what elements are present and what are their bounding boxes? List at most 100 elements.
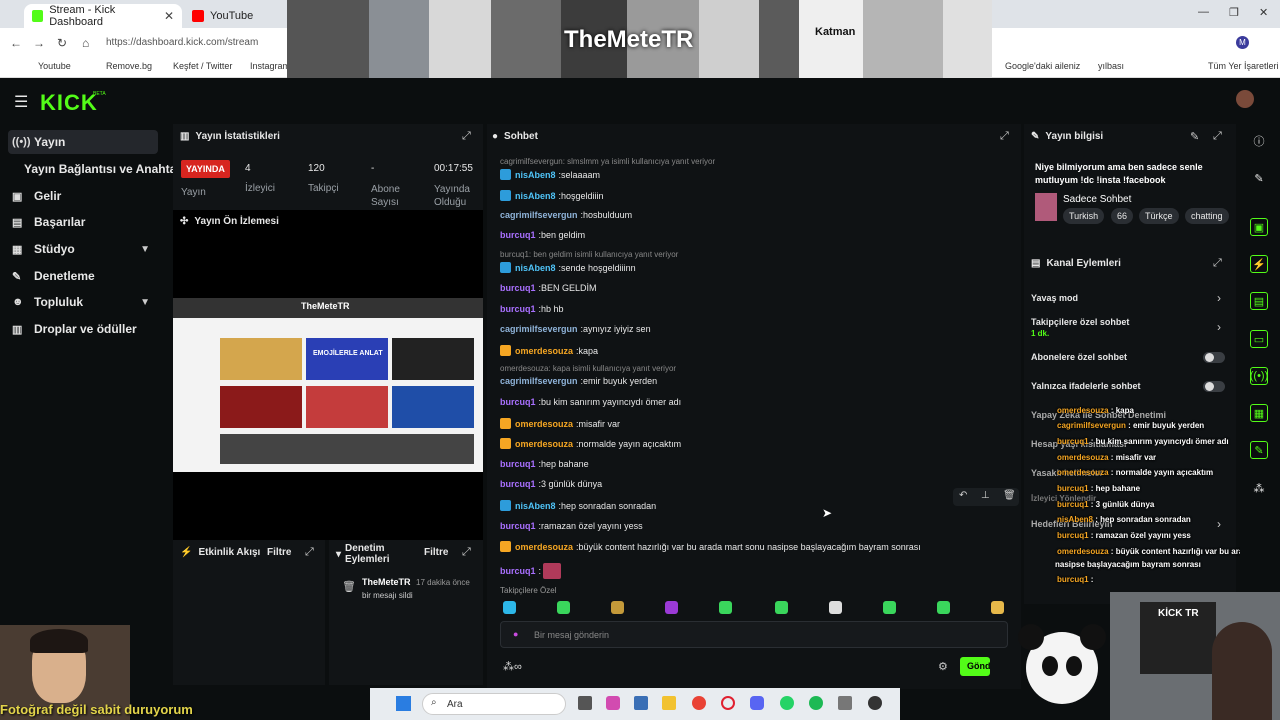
chat-username[interactable]: burcuq1 bbox=[500, 283, 536, 293]
clip-icon[interactable]: ▣ bbox=[1250, 218, 1268, 236]
sidebar-item-yayin[interactable]: ((•)) Yayın bbox=[8, 130, 158, 154]
pin-icon[interactable]: ⊥ bbox=[981, 490, 990, 501]
forward-icon[interactable]: → bbox=[33, 36, 45, 50]
chat-message[interactable]: omerdesouza: normalde yayın açıcaktım bbox=[500, 438, 681, 449]
chat-message[interactable]: burcuq1: hb hb bbox=[500, 304, 564, 314]
chat-username[interactable]: nisAben8 bbox=[515, 501, 556, 511]
emote-chat-toggle[interactable] bbox=[1203, 381, 1225, 392]
activity-filter-button[interactable]: Filtre bbox=[267, 547, 291, 558]
chat-username[interactable]: nisAben8 bbox=[515, 191, 556, 201]
sidebar-item-gelir[interactable]: ▣ Gelir bbox=[12, 184, 61, 208]
taskview-icon[interactable] bbox=[578, 696, 592, 710]
bookmark-google-family[interactable]: Google'daki aileniz bbox=[1005, 61, 1080, 71]
chat-username[interactable]: cagrimilfsevergun bbox=[500, 376, 578, 386]
profile-avatar[interactable]: M bbox=[1236, 36, 1249, 49]
emote-5[interactable] bbox=[719, 601, 732, 614]
send-button[interactable]: Gönder bbox=[960, 657, 990, 676]
community-icon[interactable]: ⁂ bbox=[1250, 479, 1268, 497]
chat-username[interactable]: burcuq1 bbox=[500, 459, 536, 469]
user-avatar[interactable] bbox=[1236, 90, 1254, 108]
emote-10[interactable] bbox=[991, 601, 1004, 614]
whatsapp-icon[interactable] bbox=[780, 696, 794, 710]
maximize-icon[interactable]: ❐ bbox=[1229, 6, 1239, 19]
chat-username[interactable]: omerdesouza bbox=[515, 542, 573, 552]
poll-icon[interactable]: ▤ bbox=[1250, 292, 1268, 310]
chrome-icon[interactable] bbox=[692, 696, 706, 710]
url-field[interactable]: https://dashboard.kick.com/stream bbox=[106, 32, 286, 52]
emote-2[interactable] bbox=[557, 601, 570, 614]
app-icon[interactable] bbox=[634, 696, 648, 710]
sidebar-item-studyo[interactable]: ▦ Stüdyo ▼ bbox=[12, 237, 162, 261]
chat-username[interactable]: cagrimilfsevergun bbox=[500, 324, 578, 334]
chat-message[interactable]: nisAben8: selaaaam bbox=[500, 169, 600, 180]
chat-message[interactable]: burcuq1: bbox=[500, 563, 562, 579]
info-icon[interactable]: ⓘ bbox=[1250, 132, 1268, 150]
delete-icon[interactable]: 🗑 bbox=[1003, 490, 1016, 501]
chat-message[interactable]: cagrimilfsevergun: emir buyuk yerden bbox=[500, 376, 657, 386]
hamburger-menu-icon[interactable]: ☰ bbox=[14, 92, 28, 112]
chat-settings-icon[interactable]: ⚙ bbox=[938, 660, 948, 673]
chat-message[interactable]: burcuq1: BEN GELDİM bbox=[500, 283, 597, 293]
sidebar-item-denetleme[interactable]: ✎ Denetleme bbox=[12, 264, 95, 288]
chat-message[interactable]: omerdesouza: büyük content hazırlığı var… bbox=[500, 541, 921, 552]
expand-icon[interactable]: ⤢ bbox=[462, 130, 471, 143]
reply-icon[interactable]: ↶ bbox=[959, 490, 967, 501]
store-icon[interactable] bbox=[838, 696, 852, 710]
chat-username[interactable]: burcuq1 bbox=[500, 479, 536, 489]
chat-message[interactable]: cagrimilfsevergun: aynıyız iyiyiz sen bbox=[500, 324, 651, 334]
bookmark-youtube[interactable]: Youtube bbox=[38, 61, 71, 71]
back-icon[interactable]: ← bbox=[10, 36, 22, 50]
chat-username[interactable]: omerdesouza bbox=[515, 419, 573, 429]
chat-username[interactable]: nisAben8 bbox=[515, 263, 556, 273]
edit-icon[interactable]: ✎ bbox=[1190, 130, 1199, 143]
chat-message[interactable]: omerdesouza: misafir var bbox=[500, 418, 620, 429]
chat-username[interactable]: burcuq1 bbox=[500, 397, 536, 407]
chat-username[interactable]: nisAben8 bbox=[515, 170, 556, 180]
stream-preview-video[interactable]: TheMeteTR EMOJİLERLE ANLAT bbox=[173, 298, 483, 472]
chat-message[interactable]: nisAben8: sende hoşgeldiiinn bbox=[500, 262, 636, 273]
emote-6[interactable] bbox=[775, 601, 788, 614]
home-icon[interactable]: ⌂ bbox=[82, 36, 89, 50]
chat-message[interactable]: nisAben8: hep sonradan sonradan bbox=[500, 500, 656, 511]
spotify-icon[interactable] bbox=[809, 696, 823, 710]
chat-username[interactable]: omerdesouza bbox=[515, 346, 573, 356]
chat-message[interactable]: nisAben8: hoşgeldiiin bbox=[500, 190, 604, 201]
sidebar-item-droplar[interactable]: ▥ Droplar ve ödüller bbox=[12, 317, 137, 341]
followers-chat-item[interactable]: Takipçilere özel sohbet bbox=[1031, 317, 1129, 327]
browser-tab-kick[interactable]: Stream - Kick Dashboard ✕ bbox=[24, 4, 182, 28]
emote-8[interactable] bbox=[883, 601, 896, 614]
emote-4[interactable] bbox=[665, 601, 678, 614]
chat-username[interactable]: omerdesouza bbox=[515, 439, 573, 449]
emote-3[interactable] bbox=[611, 601, 624, 614]
chat-message[interactable]: cagrimilfsevergun: hosbulduum bbox=[500, 210, 632, 220]
bookmark-removebg[interactable]: Remove.bg bbox=[106, 61, 152, 71]
discord-icon[interactable] bbox=[750, 696, 764, 710]
expand-icon[interactable]: ⤢ bbox=[1000, 130, 1009, 143]
chat-username[interactable]: burcuq1 bbox=[500, 521, 536, 531]
emote-picker-icon[interactable]: ⁂∞ bbox=[503, 660, 522, 673]
chat-message[interactable]: burcuq1: ben geldim bbox=[500, 230, 585, 240]
emote-9[interactable] bbox=[937, 601, 950, 614]
copilot-icon[interactable] bbox=[606, 696, 620, 710]
browser-tab-youtube[interactable]: YouTube bbox=[184, 4, 284, 28]
host-icon[interactable]: ▦ bbox=[1250, 404, 1268, 422]
chat-username[interactable]: cagrimilfsevergun bbox=[500, 210, 578, 220]
opera-icon[interactable] bbox=[721, 696, 735, 710]
close-tab-icon[interactable]: ✕ bbox=[164, 9, 174, 23]
bookmark-all[interactable]: Tüm Yer İşaretleri bbox=[1208, 61, 1279, 71]
emote-1[interactable] bbox=[503, 601, 516, 614]
pencil-icon[interactable]: ✎ bbox=[1250, 169, 1268, 187]
chat-icon[interactable]: ▭ bbox=[1250, 330, 1268, 348]
chat-message[interactable]: omerdesouza: kapa bbox=[500, 345, 598, 356]
chat-message[interactable]: burcuq1: hep bahane bbox=[500, 459, 589, 469]
sidebar-item-basarilar[interactable]: ▤ Başarılar bbox=[12, 210, 85, 234]
minimize-icon[interactable]: — bbox=[1198, 6, 1209, 18]
reload-icon[interactable]: ↻ bbox=[57, 36, 67, 50]
broadcast-icon[interactable]: ((•)) bbox=[1250, 367, 1268, 385]
file-explorer-icon[interactable] bbox=[662, 696, 676, 710]
close-window-icon[interactable]: ✕ bbox=[1259, 6, 1268, 19]
chat-username[interactable]: burcuq1 bbox=[500, 566, 536, 576]
subs-chat-toggle[interactable] bbox=[1203, 352, 1225, 363]
wrench-icon[interactable]: ✎ bbox=[1250, 441, 1268, 459]
expand-icon[interactable]: ⤢ bbox=[462, 546, 471, 559]
